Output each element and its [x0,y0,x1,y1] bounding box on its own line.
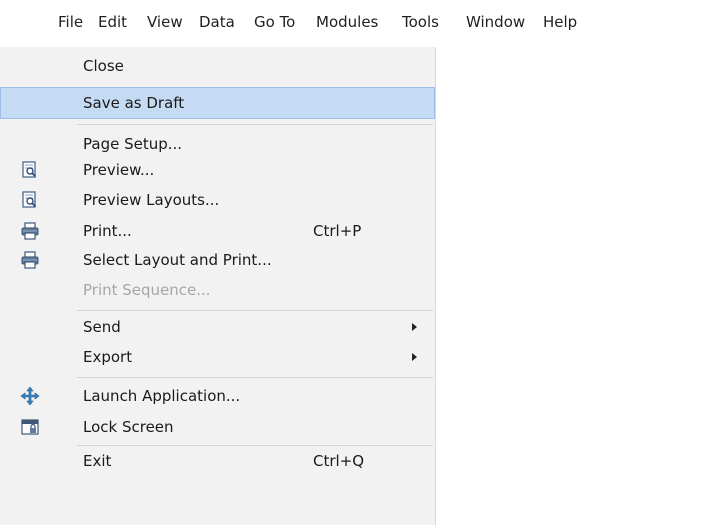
menu-item-print-sequence: Print Sequence... [0,274,435,306]
shortcut-label: Ctrl+Q [313,452,365,470]
menu-data[interactable]: Data [199,11,235,33]
menu-item-export[interactable]: Export [0,341,435,373]
menu-item-label: Launch Application... [83,387,241,405]
preview-icon [20,160,40,180]
menu-bar: File Edit View Data Go To Modules Tools … [0,0,703,40]
menu-item-label: Page Setup... [83,135,183,153]
menu-item-save-as-draft[interactable]: Save as Draft [0,87,435,119]
menu-item-label: Close [83,57,124,75]
menu-item-label: Exit [83,452,112,470]
menu-item-label: Preview Layouts... [83,191,220,209]
menu-tools[interactable]: Tools [402,11,439,33]
menu-help[interactable]: Help [543,11,577,33]
printer-icon [20,250,40,270]
menu-item-label: Export [83,348,133,366]
menu-view[interactable]: View [147,11,183,33]
menu-item-label: Print... [83,222,132,240]
menu-item-label: Preview... [83,161,155,179]
menu-item-select-layout-and-print[interactable]: Select Layout and Print... [0,244,435,276]
file-menu-dropdown: Close Save as Draft Page Setup... Previe… [0,47,436,525]
menu-item-close[interactable]: Close [0,50,435,82]
launch-app-icon [20,386,40,406]
menu-item-label: Lock Screen [83,418,174,436]
shortcut-label: Ctrl+P [313,222,362,240]
menu-item-label: Save as Draft [83,94,185,112]
menu-file[interactable]: File [58,11,83,33]
menu-item-label: Select Layout and Print... [83,251,272,269]
menu-window[interactable]: Window [466,11,525,33]
menu-item-send[interactable]: Send [0,311,435,343]
menu-item-preview[interactable]: Preview... [0,154,435,186]
menu-modules[interactable]: Modules [316,11,378,33]
menu-item-launch-application[interactable]: Launch Application... [0,380,435,412]
submenu-arrow-icon [412,323,417,331]
menu-item-print[interactable]: Print... Ctrl+P [0,215,435,247]
menu-separator [77,124,433,125]
menu-item-preview-layouts[interactable]: Preview Layouts... [0,184,435,216]
menu-item-lock-screen[interactable]: Lock Screen [0,411,435,443]
menu-edit[interactable]: Edit [98,11,127,33]
preview-layouts-icon [20,190,40,210]
lock-screen-icon [20,417,40,437]
menu-separator [77,377,433,378]
menu-item-label: Print Sequence... [83,281,211,299]
submenu-arrow-icon [412,353,417,361]
printer-icon [20,221,40,241]
menu-go-to[interactable]: Go To [254,11,295,33]
menu-item-label: Send [83,318,121,336]
menu-item-exit[interactable]: Exit Ctrl+Q [0,445,435,477]
